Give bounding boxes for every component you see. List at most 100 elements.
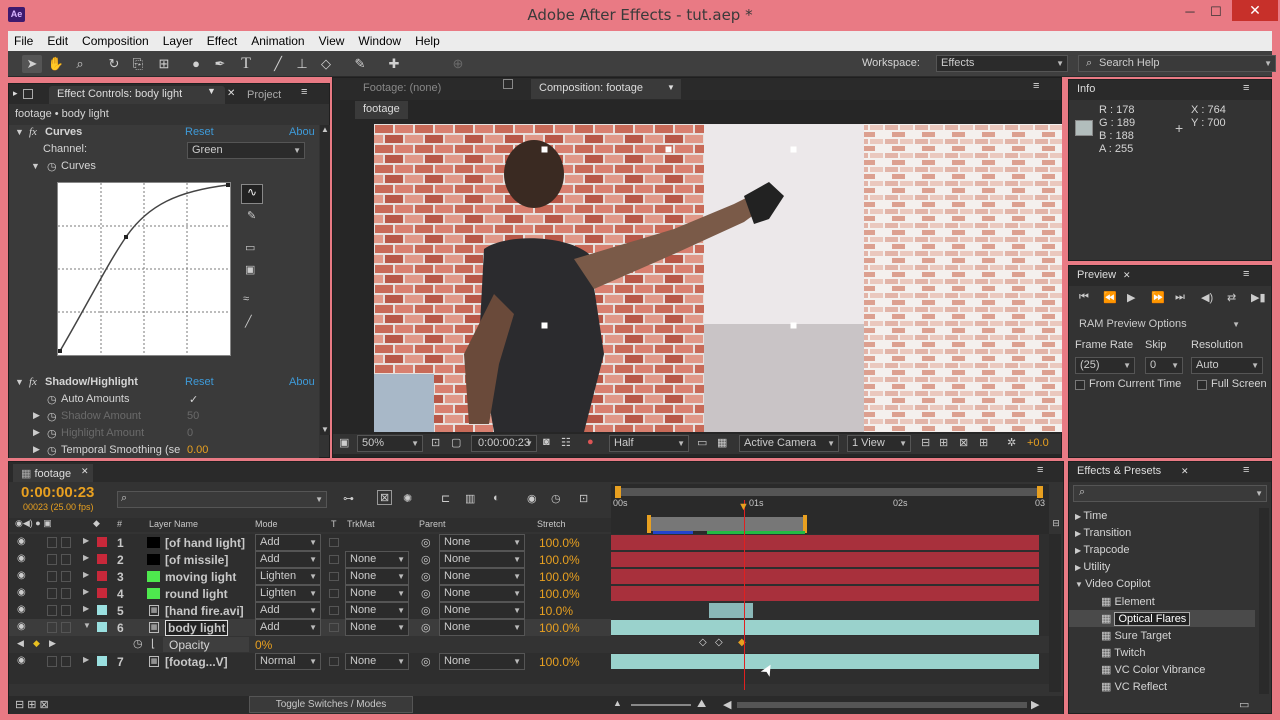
playhead-handle-icon[interactable]: ▼	[738, 502, 750, 513]
expand-curves-sub-icon[interactable]: ▼	[31, 161, 40, 171]
full-screen-checkbox[interactable]	[1197, 380, 1207, 390]
snapshot-icon[interactable]: ◙	[543, 436, 550, 448]
timeline-close-icon[interactable]: ✕	[81, 466, 89, 477]
keyframe-2[interactable]: ◇	[715, 637, 723, 648]
blend-mode-dropdown[interactable]: Lighten	[255, 568, 321, 585]
layer-name[interactable]: body light	[165, 620, 229, 636]
keyframe-1[interactable]: ◇	[699, 637, 707, 648]
roto-brush-tool-icon[interactable]: ✎	[350, 55, 370, 73]
trkmat-dropdown[interactable]: None	[345, 653, 409, 670]
scroll-down-icon[interactable]: ▼	[321, 425, 329, 434]
timeline-search-input[interactable]	[117, 491, 327, 508]
current-time-field[interactable]: 0:00:00:23	[471, 435, 537, 452]
smooth-icon[interactable]: ≈	[243, 293, 249, 305]
label-color-swatch[interactable]	[97, 622, 107, 632]
expand-layer-icon[interactable]: ▼	[83, 621, 91, 630]
channel-dropdown[interactable]: Green	[187, 142, 305, 159]
pan-behind-tool-icon[interactable]: ⊞	[154, 55, 174, 73]
stopwatch-icon[interactable]: ◷	[47, 160, 57, 173]
first-frame-icon[interactable]: ⏮	[1079, 291, 1089, 304]
effect-optical-flares[interactable]: ▦ Optical Flares	[1101, 612, 1191, 626]
blend-mode-dropdown[interactable]: Lighten	[255, 585, 321, 602]
parent-dropdown[interactable]: None	[439, 653, 525, 670]
effect-sure-target[interactable]: ▦ Sure Target	[1101, 629, 1171, 642]
preserve-transparency-toggle[interactable]	[329, 538, 339, 547]
folder-video-copilot[interactable]: ▼ Video Copilot	[1075, 578, 1150, 590]
zoom-tool-icon[interactable]: ⌕	[70, 55, 90, 73]
stretch-value[interactable]: 100.0%	[539, 570, 580, 584]
preview-close-icon[interactable]: ✕	[1123, 270, 1131, 281]
fx-icon-2[interactable]: fx	[29, 376, 37, 388]
menu-layer[interactable]: Layer	[157, 34, 201, 48]
solo-toggle[interactable]	[47, 554, 57, 565]
toggle-pixel-icon[interactable]: ⊟	[921, 436, 930, 449]
solo-toggle[interactable]	[47, 622, 57, 633]
pick-whip-icon[interactable]: ◎	[421, 621, 431, 634]
trkmat-dropdown[interactable]: None	[345, 568, 409, 585]
trkmat-dropdown[interactable]: None	[345, 619, 409, 636]
visibility-eye-icon[interactable]: ◉	[17, 587, 26, 598]
layer-duration-bar[interactable]	[709, 603, 753, 618]
timeline-vscrollbar[interactable]	[1049, 534, 1061, 692]
hand-tool-icon[interactable]: ✋	[46, 55, 66, 73]
menu-animation[interactable]: Animation	[245, 34, 312, 48]
ram-preview-options-dropdown[interactable]: RAM Preview Options	[1075, 317, 1243, 334]
parent-dropdown[interactable]: None	[439, 619, 525, 636]
preview-resolution-dropdown[interactable]: Auto	[1191, 357, 1263, 374]
expand-curves-icon[interactable]: ▼	[15, 127, 24, 137]
time-navigator[interactable]	[615, 488, 1043, 496]
tab-composition[interactable]: Composition: footage	[531, 79, 681, 99]
maximize-button[interactable]: ☐	[1202, 4, 1230, 22]
work-area-start[interactable]	[647, 515, 651, 533]
new-folder-icon[interactable]: ▭	[1239, 698, 1249, 711]
info-panel-menu-icon[interactable]: ≡	[1243, 82, 1249, 94]
previous-frame-icon[interactable]: ⏪	[1103, 291, 1117, 304]
fx-icon[interactable]: fx	[29, 126, 37, 138]
layer-duration-bar[interactable]	[611, 569, 1039, 584]
visibility-eye-icon[interactable]: ◉	[17, 570, 26, 581]
brainstorm-icon[interactable]: ◐	[493, 492, 500, 504]
horizontal-scrollbar[interactable]	[737, 702, 1027, 708]
layer-name[interactable]: [hand fire.avi]	[165, 604, 244, 618]
auto-keyframe-icon[interactable]: ◉	[527, 492, 537, 505]
effect-vc-color-vibrance[interactable]: ▦ VC Color Vibrance	[1101, 663, 1205, 676]
label-color-swatch[interactable]	[97, 571, 107, 581]
fast-previews-icon[interactable]: ⊞	[939, 436, 948, 449]
layer-duration-bar[interactable]	[611, 535, 1039, 550]
folder-time[interactable]: ▶ Time	[1075, 510, 1107, 522]
motion-blur-icon[interactable]: ▥	[465, 492, 475, 505]
effect-vc-reflect[interactable]: ▦ VC Reflect	[1101, 680, 1167, 693]
curves-reset-link[interactable]: Reset	[185, 126, 214, 138]
timeline-icon[interactable]: ⊠	[959, 436, 968, 449]
transparency-grid-icon[interactable]: ▦	[717, 436, 727, 449]
comp-mini-flowchart-icon[interactable]: ⊶	[343, 492, 354, 505]
comp-lock-icon[interactable]	[503, 79, 513, 89]
camera-dropdown[interactable]: Active Camera	[739, 435, 839, 452]
audio-icon[interactable]: ◀)	[1201, 291, 1213, 304]
stretch-value[interactable]: 10.0%	[539, 604, 573, 618]
region-of-interest-icon[interactable]: ▭	[697, 436, 707, 449]
parent-dropdown[interactable]: None	[439, 534, 525, 551]
trkmat-dropdown[interactable]: None	[345, 551, 409, 568]
layer-row[interactable]: ◉ ▶ 5 ▦ [hand fire.avi] Add None ◎ None …	[9, 602, 611, 619]
solo-toggle[interactable]	[47, 656, 57, 667]
composition-viewer[interactable]	[374, 124, 1062, 432]
expand-shadow-icon[interactable]: ▼	[15, 377, 24, 387]
menu-help[interactable]: Help	[409, 34, 448, 48]
tab-project[interactable]: Project	[247, 89, 281, 101]
tab-preview[interactable]: Preview	[1077, 269, 1116, 281]
label-color-swatch[interactable]	[97, 656, 107, 666]
zoom-slider[interactable]	[631, 704, 691, 706]
lock-toggle[interactable]	[61, 588, 71, 599]
col-layer-name[interactable]: Layer Name	[149, 519, 198, 529]
layer-name[interactable]: round light	[165, 587, 228, 601]
panel-menu-icon[interactable]: ≡	[301, 86, 307, 98]
curves-graph[interactable]	[57, 182, 231, 356]
layer-duration-bar[interactable]	[611, 552, 1039, 567]
blend-mode-dropdown[interactable]: Normal	[255, 653, 321, 670]
effects-panel-menu-icon[interactable]: ≡	[1243, 464, 1249, 476]
visibility-eye-icon[interactable]: ◉	[17, 655, 26, 666]
folder-utility[interactable]: ▶ Utility	[1075, 561, 1110, 573]
temporal-smoothing-value[interactable]: 0.00	[187, 444, 208, 456]
frame-blending-icon[interactable]: ⊏	[441, 492, 450, 505]
